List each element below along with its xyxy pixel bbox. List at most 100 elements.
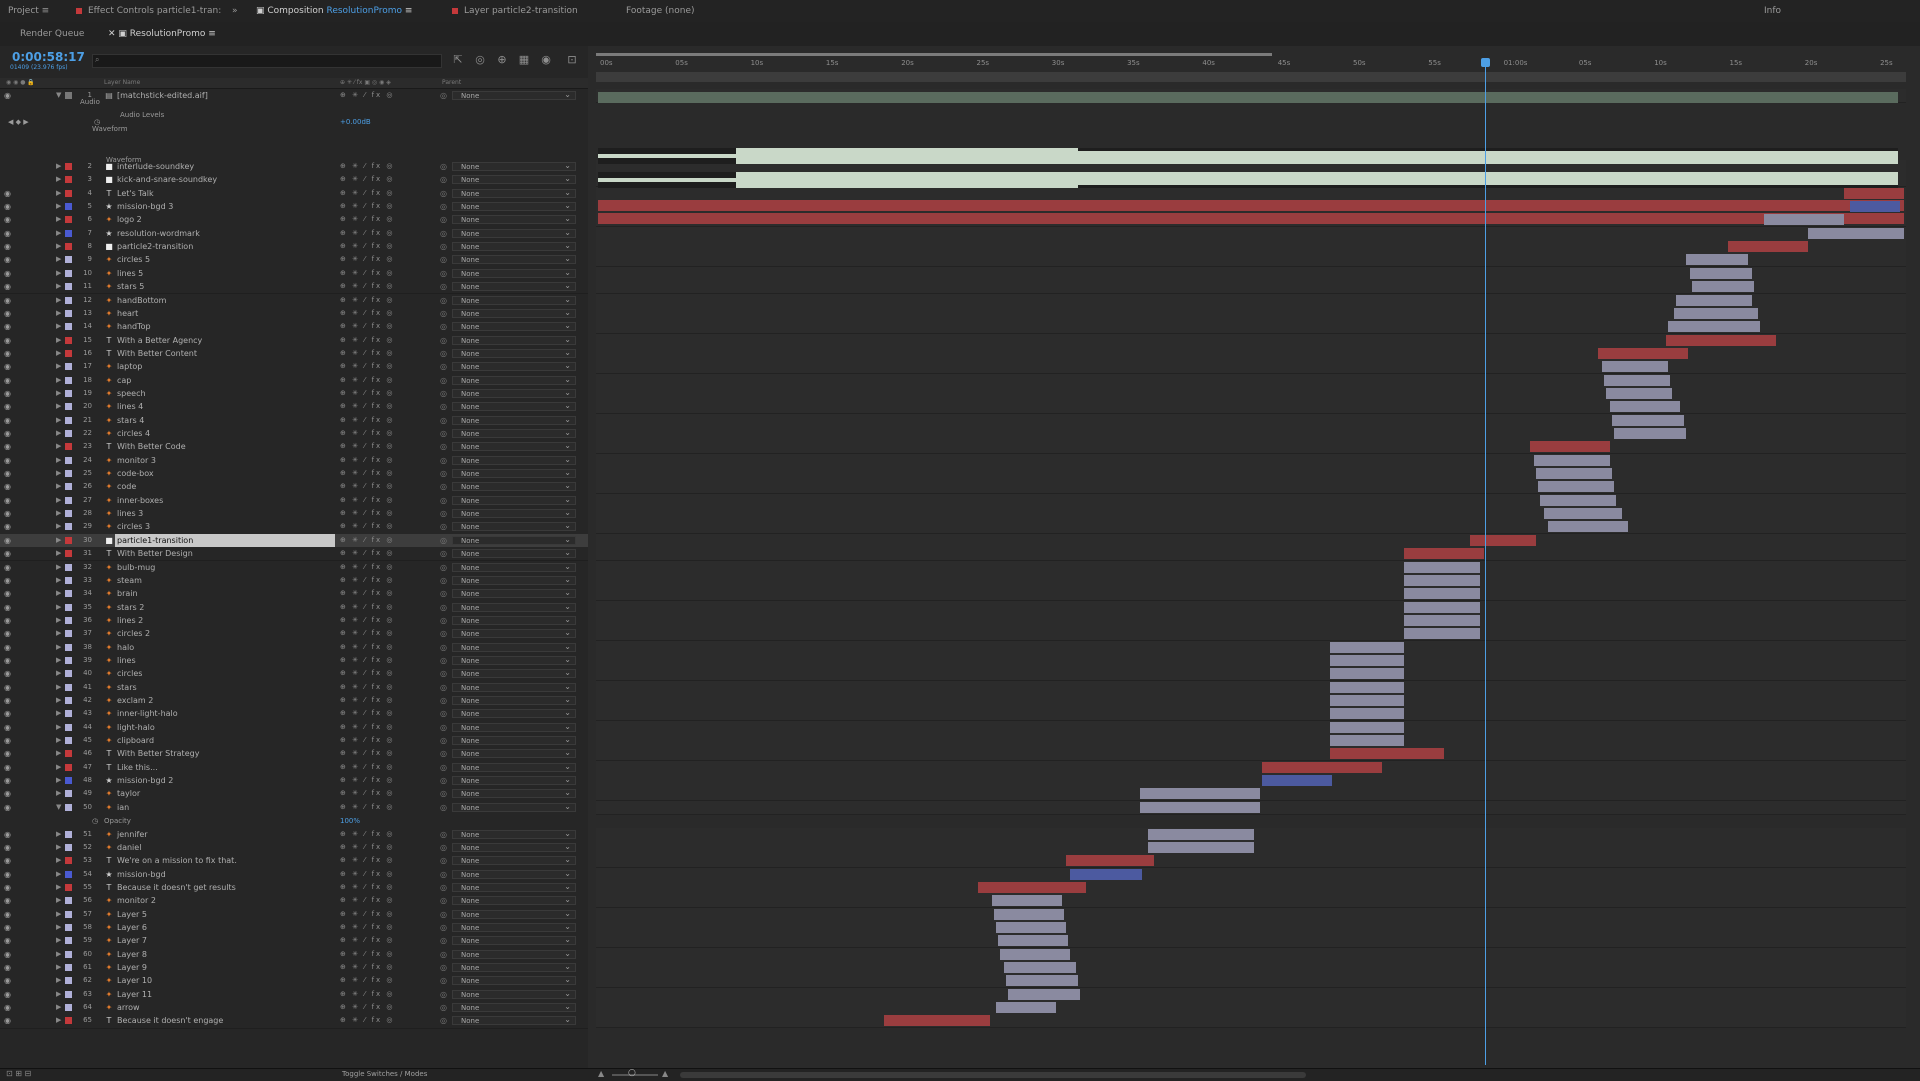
layer-row[interactable]: ◉ ▶ 41 ✦ stars ⊕ ✳ ⁄ fx ◎ ◎ None ⌄ <box>0 680 588 695</box>
pickwhip-icon[interactable]: ◎ <box>440 601 447 614</box>
layer-name[interactable]: exclam 2 <box>117 694 153 707</box>
parent-dropdown[interactable]: None ⌄ <box>452 241 576 252</box>
layer-name-column[interactable]: Layer Name <box>104 78 140 88</box>
layer-bar[interactable] <box>1006 975 1078 987</box>
pickwhip-icon[interactable]: ◎ <box>440 734 447 747</box>
zoom-in-icon[interactable]: ▲ <box>662 1069 668 1078</box>
zoom-slider-handle[interactable]: ○ <box>628 1068 636 1078</box>
layer-bar[interactable] <box>1070 868 1142 880</box>
pickwhip-icon[interactable]: ◎ <box>440 160 447 173</box>
pickwhip-icon[interactable]: ◎ <box>440 200 447 213</box>
twirl-right-icon[interactable]: ▶ <box>56 774 61 787</box>
label-color-swatch[interactable] <box>65 283 72 291</box>
layer-name[interactable]: Like this... <box>117 761 158 774</box>
layer-switches-icon[interactable]: ⊕ ✳ ⁄ fx ◎ <box>340 921 395 934</box>
label-color-swatch[interactable] <box>65 323 72 331</box>
layer-bar[interactable] <box>1540 494 1616 506</box>
parent-dropdown[interactable]: None ⌄ <box>452 201 576 212</box>
layer-bar[interactable] <box>1808 227 1904 239</box>
label-color-swatch[interactable] <box>65 790 72 798</box>
pickwhip-icon[interactable]: ◎ <box>440 574 447 587</box>
layer-switches-icon[interactable]: ⊕ ✳ ⁄ fx ◎ <box>340 307 395 320</box>
pickwhip-icon[interactable]: ◎ <box>440 801 447 814</box>
pickwhip-icon[interactable]: ◎ <box>440 494 447 507</box>
twirl-right-icon[interactable]: ▶ <box>56 347 61 360</box>
label-color-swatch[interactable] <box>65 1017 72 1025</box>
visibility-eye-icon[interactable]: ◉ <box>4 601 14 614</box>
layer-bar[interactable] <box>1404 588 1480 600</box>
label-color-swatch[interactable] <box>65 630 72 638</box>
label-color-swatch[interactable] <box>65 937 72 945</box>
tab-layer[interactable]: Layer particle2-transition <box>452 0 578 22</box>
twirl-right-icon[interactable]: ▶ <box>56 213 61 226</box>
pickwhip-icon[interactable]: ◎ <box>440 480 447 493</box>
twirl-right-icon[interactable]: ▶ <box>56 881 61 894</box>
layer-name[interactable]: particle1-transition <box>115 533 335 547</box>
layer-row[interactable]: ◉ ▶ 25 ✦ code-box ⊕ ✳ ⁄ fx ◎ ◎ None ⌄ <box>0 467 588 482</box>
label-color-swatch[interactable] <box>65 510 72 518</box>
pickwhip-icon[interactable]: ◎ <box>440 774 447 787</box>
visibility-eye-icon[interactable]: ◉ <box>4 868 14 881</box>
label-color-swatch[interactable] <box>65 163 72 170</box>
layer-switches-icon[interactable]: ⊕ ✳ ⁄ fx ◎ <box>340 561 395 574</box>
parent-dropdown[interactable]: None ⌄ <box>452 188 576 198</box>
layer-row[interactable]: ◉ ▶ 51 ✦ jennifer ⊕ ✳ ⁄ fx ◎ ◎ None ⌄ <box>0 827 588 842</box>
layer-bar[interactable] <box>996 1002 1056 1014</box>
label-color-swatch[interactable] <box>65 256 72 264</box>
layer-name[interactable]: inner-boxes <box>117 494 163 507</box>
tab-effect-controls[interactable]: Effect Controls particle1-tran: <box>76 0 221 22</box>
layer-bar[interactable] <box>1330 654 1404 666</box>
layer-name[interactable]: bulb-mug <box>117 561 155 574</box>
layer-row[interactable]: ◉ ▶ 47 T Like this... ⊕ ✳ ⁄ fx ◎ ◎ None ⌄ <box>0 760 588 776</box>
layer-row[interactable]: ◉ ▶ 54 ★ mission-bgd ⊕ ✳ ⁄ fx ◎ ◎ None ⌄ <box>0 867 588 882</box>
layer-bar[interactable] <box>978 881 1086 893</box>
pickwhip-icon[interactable]: ◎ <box>440 334 447 347</box>
label-color-swatch[interactable] <box>65 803 72 811</box>
layer-row[interactable]: ◉ ▶ 33 ✦ steam ⊕ ✳ ⁄ fx ◎ ◎ None ⌄ <box>0 573 588 589</box>
layer-row[interactable]: ▶ 2 ■ interlude-soundkey ⊕ ✳ ⁄ fx ◎ ◎ None ⌄ <box>0 160 588 175</box>
parent-dropdown[interactable]: None ⌄ <box>452 508 576 519</box>
label-color-swatch[interactable] <box>65 376 72 384</box>
tab-timeline-comp[interactable]: ✕ ▣ ResolutionPromo ≡ <box>108 22 216 46</box>
label-color-swatch[interactable] <box>65 550 72 558</box>
parent-dropdown[interactable]: None ⌄ <box>452 735 576 746</box>
label-color-swatch[interactable] <box>65 643 72 651</box>
layer-switches-icon[interactable]: ⊕ ✳ ⁄ fx ◎ <box>340 787 395 800</box>
layer-switches-icon[interactable]: ⊕ ✳ ⁄ fx ◎ <box>340 520 395 533</box>
layer-row[interactable]: ◉ ▶ 52 ✦ daniel ⊕ ✳ ⁄ fx ◎ ◎ None ⌄ <box>0 840 588 856</box>
layer-row[interactable]: ◉ ▶ 46 T With Better Strategy ⊕ ✳ ⁄ fx ◎ ◎ None… <box>0 747 588 762</box>
layer-row[interactable]: ◉ ▶ 42 ✦ exclam 2 ⊕ ✳ ⁄ fx ◎ ◎ None ⌄ <box>0 694 588 709</box>
layer-name[interactable]: circles 5 <box>117 253 150 266</box>
twirl-right-icon[interactable]: ▶ <box>56 507 61 520</box>
visibility-eye-icon[interactable]: ◉ <box>4 520 14 533</box>
layer-row[interactable]: ◉ ▶ 19 ✦ speech ⊕ ✳ ⁄ fx ◎ ◎ None ⌄ <box>0 386 588 402</box>
twirl-right-icon[interactable]: ▶ <box>56 173 61 186</box>
pickwhip-icon[interactable]: ◎ <box>440 988 447 1001</box>
layer-row[interactable]: ◉ ▶ 45 ✦ clipboard ⊕ ✳ ⁄ fx ◎ ◎ None ⌄ <box>0 734 588 749</box>
layer-switches-icon[interactable]: ⊕ ✳ ⁄ fx ◎ <box>340 934 395 947</box>
parent-dropdown[interactable]: None ⌄ <box>452 548 576 559</box>
visibility-eye-icon[interactable]: ◉ <box>4 440 14 453</box>
label-color-swatch[interactable] <box>65 1004 72 1012</box>
layer-bar[interactable] <box>1470 534 1536 546</box>
playhead-handle[interactable] <box>1481 58 1490 67</box>
visibility-eye-icon[interactable]: ◉ <box>4 547 14 560</box>
layer-switches-icon[interactable]: ⊕ ✳ ⁄ fx ◎ <box>340 667 395 680</box>
twirl-right-icon[interactable]: ▶ <box>56 934 61 947</box>
pickwhip-icon[interactable]: ◎ <box>440 280 447 293</box>
twirl-right-icon[interactable]: ▶ <box>56 467 61 480</box>
layer-bar[interactable] <box>598 92 1898 103</box>
layer-bar[interactable] <box>1004 962 1076 973</box>
visibility-eye-icon[interactable]: ◉ <box>4 360 14 373</box>
layer-bar[interactable] <box>1330 681 1404 693</box>
layer-switches-icon[interactable]: ⊕ ✳ ⁄ fx ◎ <box>340 828 395 841</box>
parent-dropdown[interactable]: None ⌄ <box>452 642 576 652</box>
label-color-swatch[interactable] <box>65 203 72 211</box>
visibility-eye-icon[interactable]: ◉ <box>4 988 14 1001</box>
layer-row[interactable]: ◉ ▶ 61 ✦ Layer 9 ⊕ ✳ ⁄ fx ◎ ◎ None ⌄ <box>0 961 588 976</box>
twirl-right-icon[interactable]: ▶ <box>56 520 61 533</box>
layer-bar[interactable] <box>1404 614 1480 626</box>
visibility-eye-icon[interactable]: ◉ <box>4 761 14 774</box>
layer-row[interactable]: ◉ ▶ 23 T With Better Code ⊕ ✳ ⁄ fx ◎ ◎ None ⌄ <box>0 440 588 455</box>
tab-project[interactable]: Project ≡ <box>8 0 49 22</box>
